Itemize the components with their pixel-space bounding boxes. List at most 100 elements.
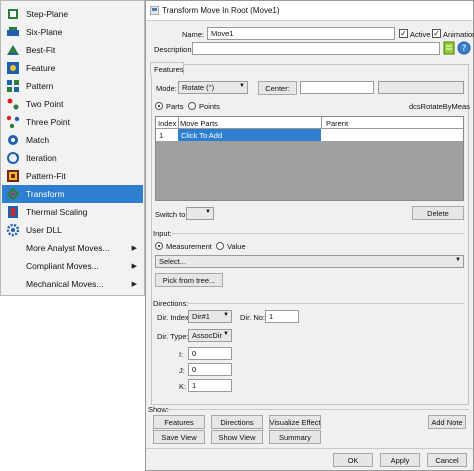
show-view-button[interactable]: Show View <box>211 430 263 444</box>
dialog-title-bar: Transform Move In Root (Move1) <box>146 1 473 21</box>
menu-item-label: Thermal Scaling <box>26 207 88 217</box>
points-label: Points <box>199 102 220 111</box>
active-label: Active <box>410 30 431 39</box>
tab-features[interactable]: Features <box>150 62 184 75</box>
note-icon[interactable] <box>443 41 455 55</box>
dir-index-select[interactable]: Dir#1 ▼ <box>188 310 232 323</box>
switch-to-select[interactable]: ▼ <box>186 207 214 220</box>
k-input[interactable]: 1 <box>188 379 232 392</box>
active-checkbox[interactable]: ✓ <box>399 29 408 38</box>
measurement-label: Measurement <box>166 242 212 251</box>
menu-item-label: Transform <box>26 189 65 199</box>
menu-item-label: Iteration <box>26 153 57 163</box>
value-label: Value <box>227 242 246 251</box>
menu-item-label: Match <box>26 135 50 145</box>
cancel-button[interactable]: Cancel <box>427 453 467 467</box>
value-radio[interactable] <box>216 242 224 250</box>
animation-label: Animation <box>443 30 474 39</box>
menu-item-step-plane[interactable]: Step-Plane <box>2 5 143 23</box>
menu-item-label: Best-Fit <box>26 45 56 55</box>
svg-text:?: ? <box>462 44 467 54</box>
apply-button[interactable]: Apply <box>380 453 420 467</box>
dir-type-label: Dir. Type: <box>157 332 189 341</box>
row-index: 1 <box>159 131 164 140</box>
i-label: I: <box>179 350 184 359</box>
step-plane-icon <box>6 7 20 21</box>
i-input[interactable]: 0 <box>188 347 232 360</box>
points-radio[interactable] <box>188 102 196 110</box>
match-icon <box>6 133 20 147</box>
parts-label: Parts <box>166 102 184 111</box>
menu-item-mechanical-moves[interactable]: Mechanical Moves... ▶ <box>2 275 143 293</box>
pick-from-tree-button[interactable]: Pick from tree... <box>155 273 223 287</box>
k-label: K: <box>179 382 187 391</box>
menu-item-label: Pattern-Fit <box>26 171 66 181</box>
dir-index-label: Dir. Index: <box>157 313 191 322</box>
user-dll-icon <box>6 223 20 237</box>
menu-item-three-point[interactable]: Three Point <box>2 113 143 131</box>
menu-item-label: Two Point <box>26 99 64 109</box>
menu-item-more-analyst-moves[interactable]: More Analyst Moves... ▶ <box>2 239 143 257</box>
help-icon[interactable]: ? <box>457 41 471 55</box>
delete-button[interactable]: Delete <box>412 206 464 220</box>
table-row[interactable]: 1 Click To Add <box>156 129 463 141</box>
menu-item-compliant-moves[interactable]: Compliant Moves... ▶ <box>2 257 143 275</box>
menu-item-user-dll[interactable]: User DLL <box>2 221 143 239</box>
save-view-button[interactable]: Save View <box>153 430 205 444</box>
dialog-app-icon <box>150 6 159 15</box>
submenu-arrow-icon: ▶ <box>131 281 137 288</box>
mode-select[interactable]: Rotate (°) ▼ <box>178 81 248 94</box>
ok-button[interactable]: OK <box>333 453 373 467</box>
dir-no-input[interactable]: 1 <box>265 310 299 323</box>
menu-item-iteration[interactable]: Iteration <box>2 149 143 167</box>
name-input[interactable]: Move1 <box>207 27 395 40</box>
menu-item-pattern-fit[interactable]: Pattern-Fit <box>2 167 143 185</box>
directions-button[interactable]: Directions <box>211 415 263 429</box>
two-point-icon <box>6 97 20 111</box>
animation-checkbox[interactable]: ✓ <box>432 29 441 38</box>
menu-item-label: Step-Plane <box>26 9 69 19</box>
menu-item-two-point[interactable]: Two Point <box>2 95 143 113</box>
measurement-select[interactable]: Select... ▼ <box>155 255 464 268</box>
measurement-radio[interactable] <box>155 242 163 250</box>
description-input[interactable] <box>192 42 440 55</box>
j-label: J: <box>179 366 185 375</box>
transform-icon <box>6 187 20 201</box>
mode-label: Mode: <box>156 84 177 93</box>
transform-move-dialog: Transform Move In Root (Move1) Name: Mov… <box>145 0 474 471</box>
features-button[interactable]: Features <box>153 415 205 429</box>
visualize-effect-button[interactable]: Visualize Effect <box>269 415 321 429</box>
menu-item-label: Six-Plane <box>26 27 63 37</box>
best-fit-icon <box>6 43 20 57</box>
dialog-title: Transform Move In Root (Move1) <box>162 6 280 15</box>
column-header-move-parts: Move Parts <box>180 119 218 128</box>
center-input-1[interactable] <box>300 81 374 94</box>
menu-item-thermal-scaling[interactable]: Thermal Scaling <box>2 203 143 221</box>
description-label: Description: <box>154 45 194 54</box>
center-input-2[interactable] <box>378 81 464 94</box>
menu-item-feature[interactable]: Feature <box>2 59 143 77</box>
submenu-arrow-icon: ▶ <box>131 263 137 270</box>
three-point-icon <box>6 115 20 129</box>
dir-type-select[interactable]: AssocDir ▼ <box>188 329 232 342</box>
table-header: Index Move Parts Parent <box>156 117 463 129</box>
menu-item-six-plane[interactable]: Six-Plane <box>2 23 143 41</box>
thermal-scaling-icon <box>6 205 20 219</box>
pattern-icon <box>6 79 20 93</box>
name-label: Name: <box>182 30 205 39</box>
j-input[interactable]: 0 <box>188 363 232 376</box>
pattern-fit-icon <box>6 169 20 183</box>
dir-no-label: Dir. No: <box>240 313 266 322</box>
menu-item-transform[interactable]: Transform <box>2 185 143 203</box>
menu-item-label: Mechanical Moves... <box>26 279 104 289</box>
menu-item-best-fit[interactable]: Best-Fit <box>2 41 143 59</box>
click-to-add-cell[interactable]: Click To Add <box>178 129 321 141</box>
menu-item-match[interactable]: Match <box>2 131 143 149</box>
move-parts-table: Index Move Parts Parent 1 Click To Add <box>155 116 464 201</box>
add-note-button[interactable]: Add Note <box>428 415 466 429</box>
parts-radio[interactable] <box>155 102 163 110</box>
summary-button[interactable]: Summary <box>269 430 321 444</box>
center-button[interactable]: Center: <box>258 81 297 95</box>
menu-item-pattern[interactable]: Pattern <box>2 77 143 95</box>
menu-item-label: Pattern <box>26 81 54 91</box>
